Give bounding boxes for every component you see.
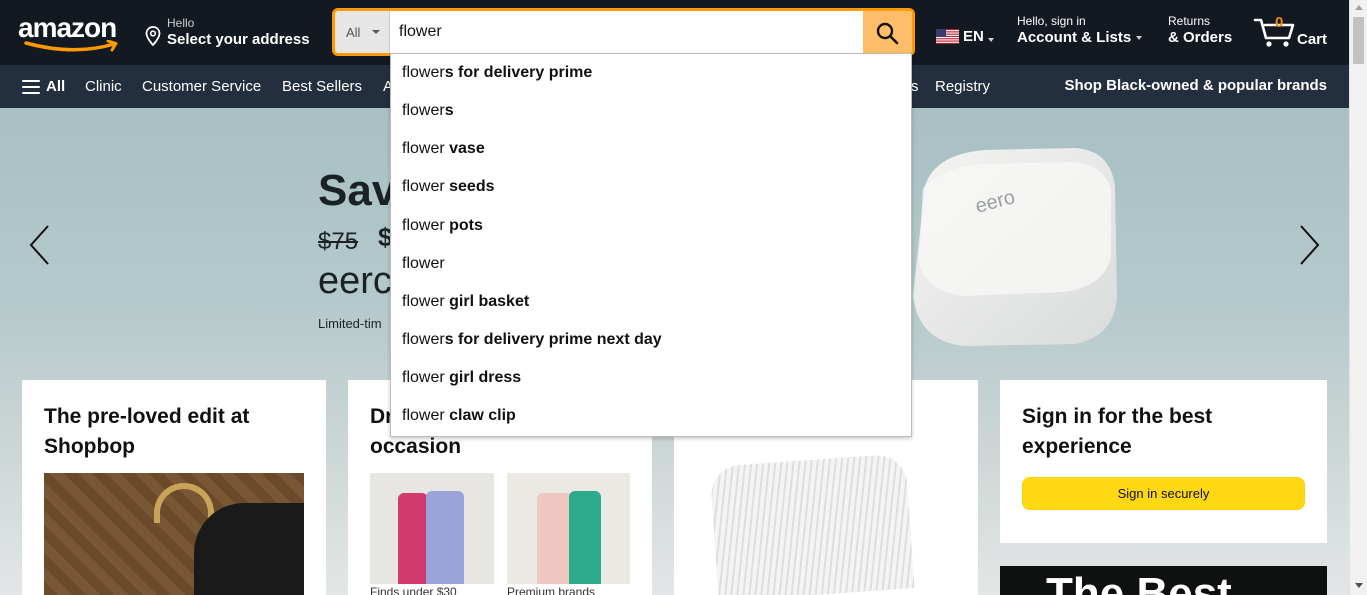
suggestion-item[interactable]: flower girl dress bbox=[402, 359, 521, 397]
account-and-lists[interactable]: Hello, sign in Account & Lists bbox=[1017, 14, 1143, 46]
card-the-best-text: The Best bbox=[1046, 569, 1232, 595]
card-title-line2: Shopbop bbox=[44, 435, 135, 458]
card-sign-in: Sign in for the best experience Sign in s… bbox=[1000, 380, 1327, 543]
subnav-item-clinic[interactable]: Clinic bbox=[85, 78, 122, 95]
promo-link[interactable]: Shop Black-owned & popular brands bbox=[1064, 77, 1327, 94]
thumbnail-caption-2: Premium brands bbox=[507, 585, 596, 595]
cart-count: 0 bbox=[1275, 14, 1284, 31]
search-category-label: All bbox=[346, 25, 361, 40]
account-label: Account & Lists bbox=[1017, 29, 1132, 46]
location-pin-icon bbox=[145, 26, 161, 46]
hero-old-price: $75 bbox=[318, 228, 359, 255]
thumbnail-caption-1: Finds under $30 bbox=[370, 585, 457, 595]
cart[interactable]: 0 Cart bbox=[1253, 12, 1333, 52]
handbag-image[interactable] bbox=[44, 473, 304, 595]
suggestion-item[interactable]: flower girl basket bbox=[402, 283, 529, 321]
scroll-up-icon[interactable] bbox=[1355, 5, 1363, 10]
language-code: EN bbox=[963, 28, 984, 45]
suggestion-item[interactable]: flower seeds bbox=[402, 168, 495, 206]
cart-icon bbox=[1253, 18, 1295, 47]
dress-thumbnail-1[interactable] bbox=[370, 473, 494, 584]
amazon-logo[interactable]: amazon bbox=[18, 14, 128, 54]
logo-text: amazon bbox=[18, 12, 117, 43]
chevron-down-icon bbox=[372, 30, 380, 34]
hamburger-menu-icon bbox=[22, 80, 40, 94]
sign-in-securely-button[interactable]: Sign in securely bbox=[1022, 477, 1305, 510]
logo-smile-icon bbox=[24, 40, 118, 52]
eero-router-image: eero bbox=[913, 148, 1117, 346]
dress-thumbnail-2[interactable] bbox=[507, 473, 630, 584]
orders-label: & Orders bbox=[1168, 29, 1233, 46]
pillow-image[interactable] bbox=[709, 453, 915, 595]
search-bar: All flower bbox=[332, 8, 915, 56]
returns-label: Returns bbox=[1168, 14, 1211, 28]
card-title-line1: The pre-loved edit at bbox=[44, 405, 250, 428]
scroll-down-icon[interactable] bbox=[1355, 583, 1363, 588]
search-button[interactable] bbox=[863, 11, 912, 53]
subnav-item-partial-2[interactable]: s bbox=[911, 78, 919, 95]
chevron-down-icon bbox=[1136, 36, 1143, 41]
card-the-best[interactable]: The Best bbox=[1000, 566, 1327, 595]
address-label: Select your address bbox=[167, 31, 310, 48]
page-scrollbar[interactable] bbox=[1349, 0, 1367, 595]
card-title-line1: Sign in for the best bbox=[1022, 405, 1213, 428]
returns-and-orders[interactable]: Returns & Orders bbox=[1168, 14, 1232, 46]
card-shopbop[interactable]: The pre-loved edit at Shopbop bbox=[22, 380, 326, 595]
card-title-line2: occasion bbox=[370, 435, 462, 458]
carousel-prev-icon[interactable] bbox=[28, 224, 52, 266]
subnav-item-customer-service[interactable]: Customer Service bbox=[142, 78, 261, 95]
account-greeting: Hello, sign in bbox=[1017, 14, 1086, 28]
subnav-item-best-sellers[interactable]: Best Sellers bbox=[282, 78, 362, 95]
search-category-select[interactable]: All bbox=[335, 11, 390, 53]
hero-brand: eerc bbox=[318, 260, 392, 302]
hero-title: Sav bbox=[318, 166, 397, 215]
subnav-item-registry[interactable]: Registry bbox=[935, 78, 990, 95]
search-icon bbox=[876, 22, 899, 45]
suggestion-item[interactable]: flower bbox=[402, 245, 445, 283]
suggestion-item[interactable]: flowers bbox=[402, 92, 454, 130]
scrollbar-thumb[interactable] bbox=[1353, 17, 1364, 64]
address-greeting: Hello bbox=[167, 16, 195, 30]
chevron-down-icon bbox=[988, 38, 994, 42]
suggestion-item[interactable]: flowers for delivery prime bbox=[402, 54, 592, 92]
suggestion-item[interactable]: flower claw clip bbox=[402, 397, 516, 435]
suggestion-item[interactable]: flower pots bbox=[402, 207, 483, 245]
all-menu-label: All bbox=[46, 78, 66, 95]
hero-note: Limited-tim bbox=[318, 316, 382, 331]
suggestion-item[interactable]: flower vase bbox=[402, 130, 485, 168]
us-flag-icon bbox=[936, 29, 959, 44]
search-input[interactable]: flower bbox=[399, 23, 442, 41]
suggestion-item[interactable]: flowers for delivery prime next day bbox=[402, 321, 662, 359]
carousel-next-icon[interactable] bbox=[1297, 224, 1321, 266]
search-suggestions-dropdown: flowers for delivery prime flowers flowe… bbox=[390, 53, 912, 437]
card-title-line2: experience bbox=[1022, 435, 1132, 458]
cart-label: Cart bbox=[1297, 31, 1328, 48]
